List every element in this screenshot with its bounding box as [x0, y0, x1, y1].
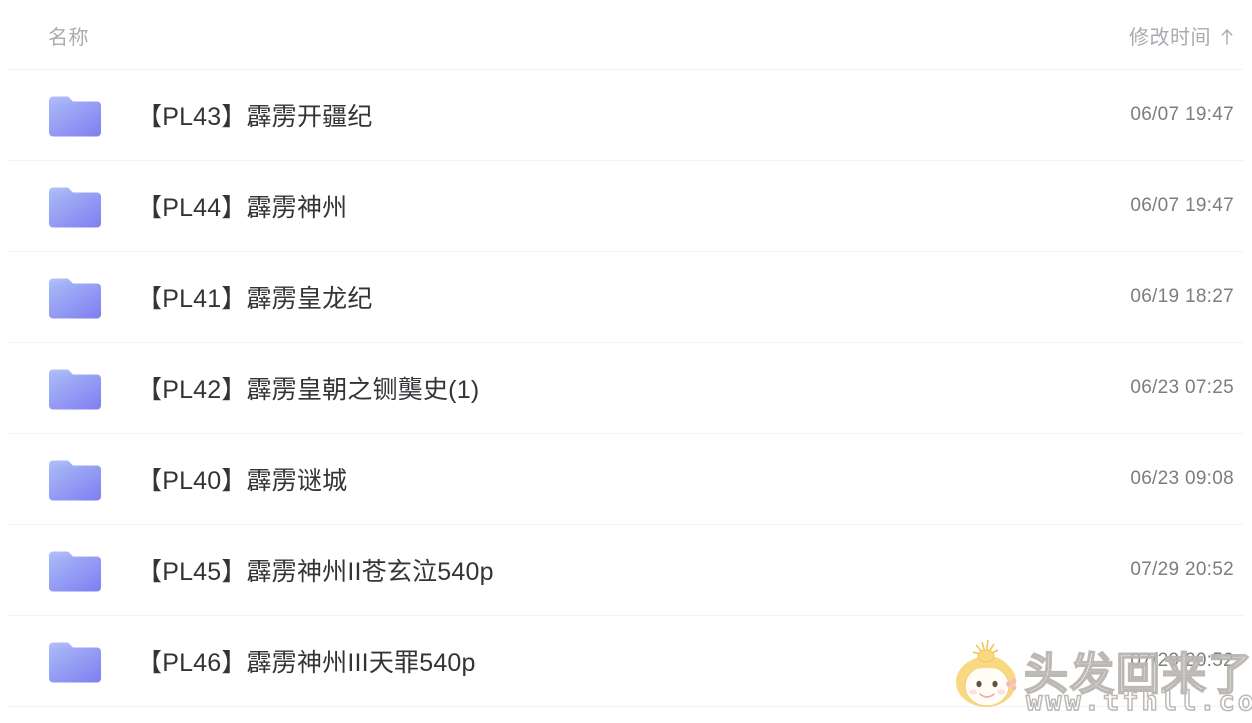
- file-modified-time: 06/19 18:27: [1130, 286, 1234, 307]
- file-list: 【PL43】霹雳开疆纪 06/07 19:47 【PL44】霹雳神州 06/07 19…: [0, 70, 1252, 707]
- folder-icon: [48, 548, 102, 593]
- file-name: 【PL41】霹雳皇龙纪: [137, 285, 373, 313]
- table-row[interactable]: 【PL46】霹雳神州III天罪540p 07/29 20:52: [0, 616, 1252, 706]
- file-modified-time: 07/29 20:52: [1130, 650, 1234, 671]
- table-row[interactable]: 【PL40】霹雳谜城 06/23 09:08: [0, 434, 1252, 524]
- file-modified-time: 06/23 07:25: [1130, 377, 1234, 398]
- file-modified-time: 06/23 09:08: [1130, 468, 1234, 489]
- file-modified-time: 06/07 19:47: [1130, 195, 1234, 216]
- column-header-modified-time-label: 修改时间: [1129, 27, 1211, 49]
- folder-icon: [48, 275, 102, 320]
- column-header-name[interactable]: 名称: [48, 21, 89, 50]
- folder-icon: [48, 366, 102, 411]
- table-row[interactable]: 【PL45】霹雳神州II苍玄泣540p 07/29 20:52: [0, 525, 1252, 615]
- file-name: 【PL40】霹雳谜城: [137, 467, 348, 495]
- file-name: 【PL43】霹雳开疆纪: [137, 103, 373, 131]
- folder-icon: [48, 639, 102, 684]
- arrow-up-icon[interactable]: [1220, 28, 1234, 46]
- file-name: 【PL44】霹雳神州: [137, 194, 348, 222]
- table-row[interactable]: 【PL42】霹雳皇朝之铡龑史(1) 06/23 07:25: [0, 343, 1252, 433]
- table-row[interactable]: 【PL41】霹雳皇龙纪 06/19 18:27: [0, 252, 1252, 342]
- list-header: 名称 修改时间: [0, 0, 1252, 69]
- file-modified-time: 06/07 19:47: [1130, 104, 1234, 125]
- table-row[interactable]: 【PL44】霹雳神州 06/07 19:47: [0, 161, 1252, 251]
- folder-icon: [48, 184, 102, 229]
- file-modified-time: 07/29 20:52: [1130, 559, 1234, 580]
- folder-icon: [48, 457, 102, 502]
- file-name: 【PL46】霹雳神州III天罪540p: [137, 649, 476, 677]
- file-name: 【PL45】霹雳神州II苍玄泣540p: [137, 558, 494, 586]
- column-header-modified-time[interactable]: 修改时间: [1129, 21, 1234, 50]
- folder-icon: [48, 93, 102, 138]
- file-name: 【PL42】霹雳皇朝之铡龑史(1): [137, 376, 480, 404]
- table-row[interactable]: 【PL43】霹雳开疆纪 06/07 19:47: [0, 70, 1252, 160]
- row-divider: [8, 706, 1244, 707]
